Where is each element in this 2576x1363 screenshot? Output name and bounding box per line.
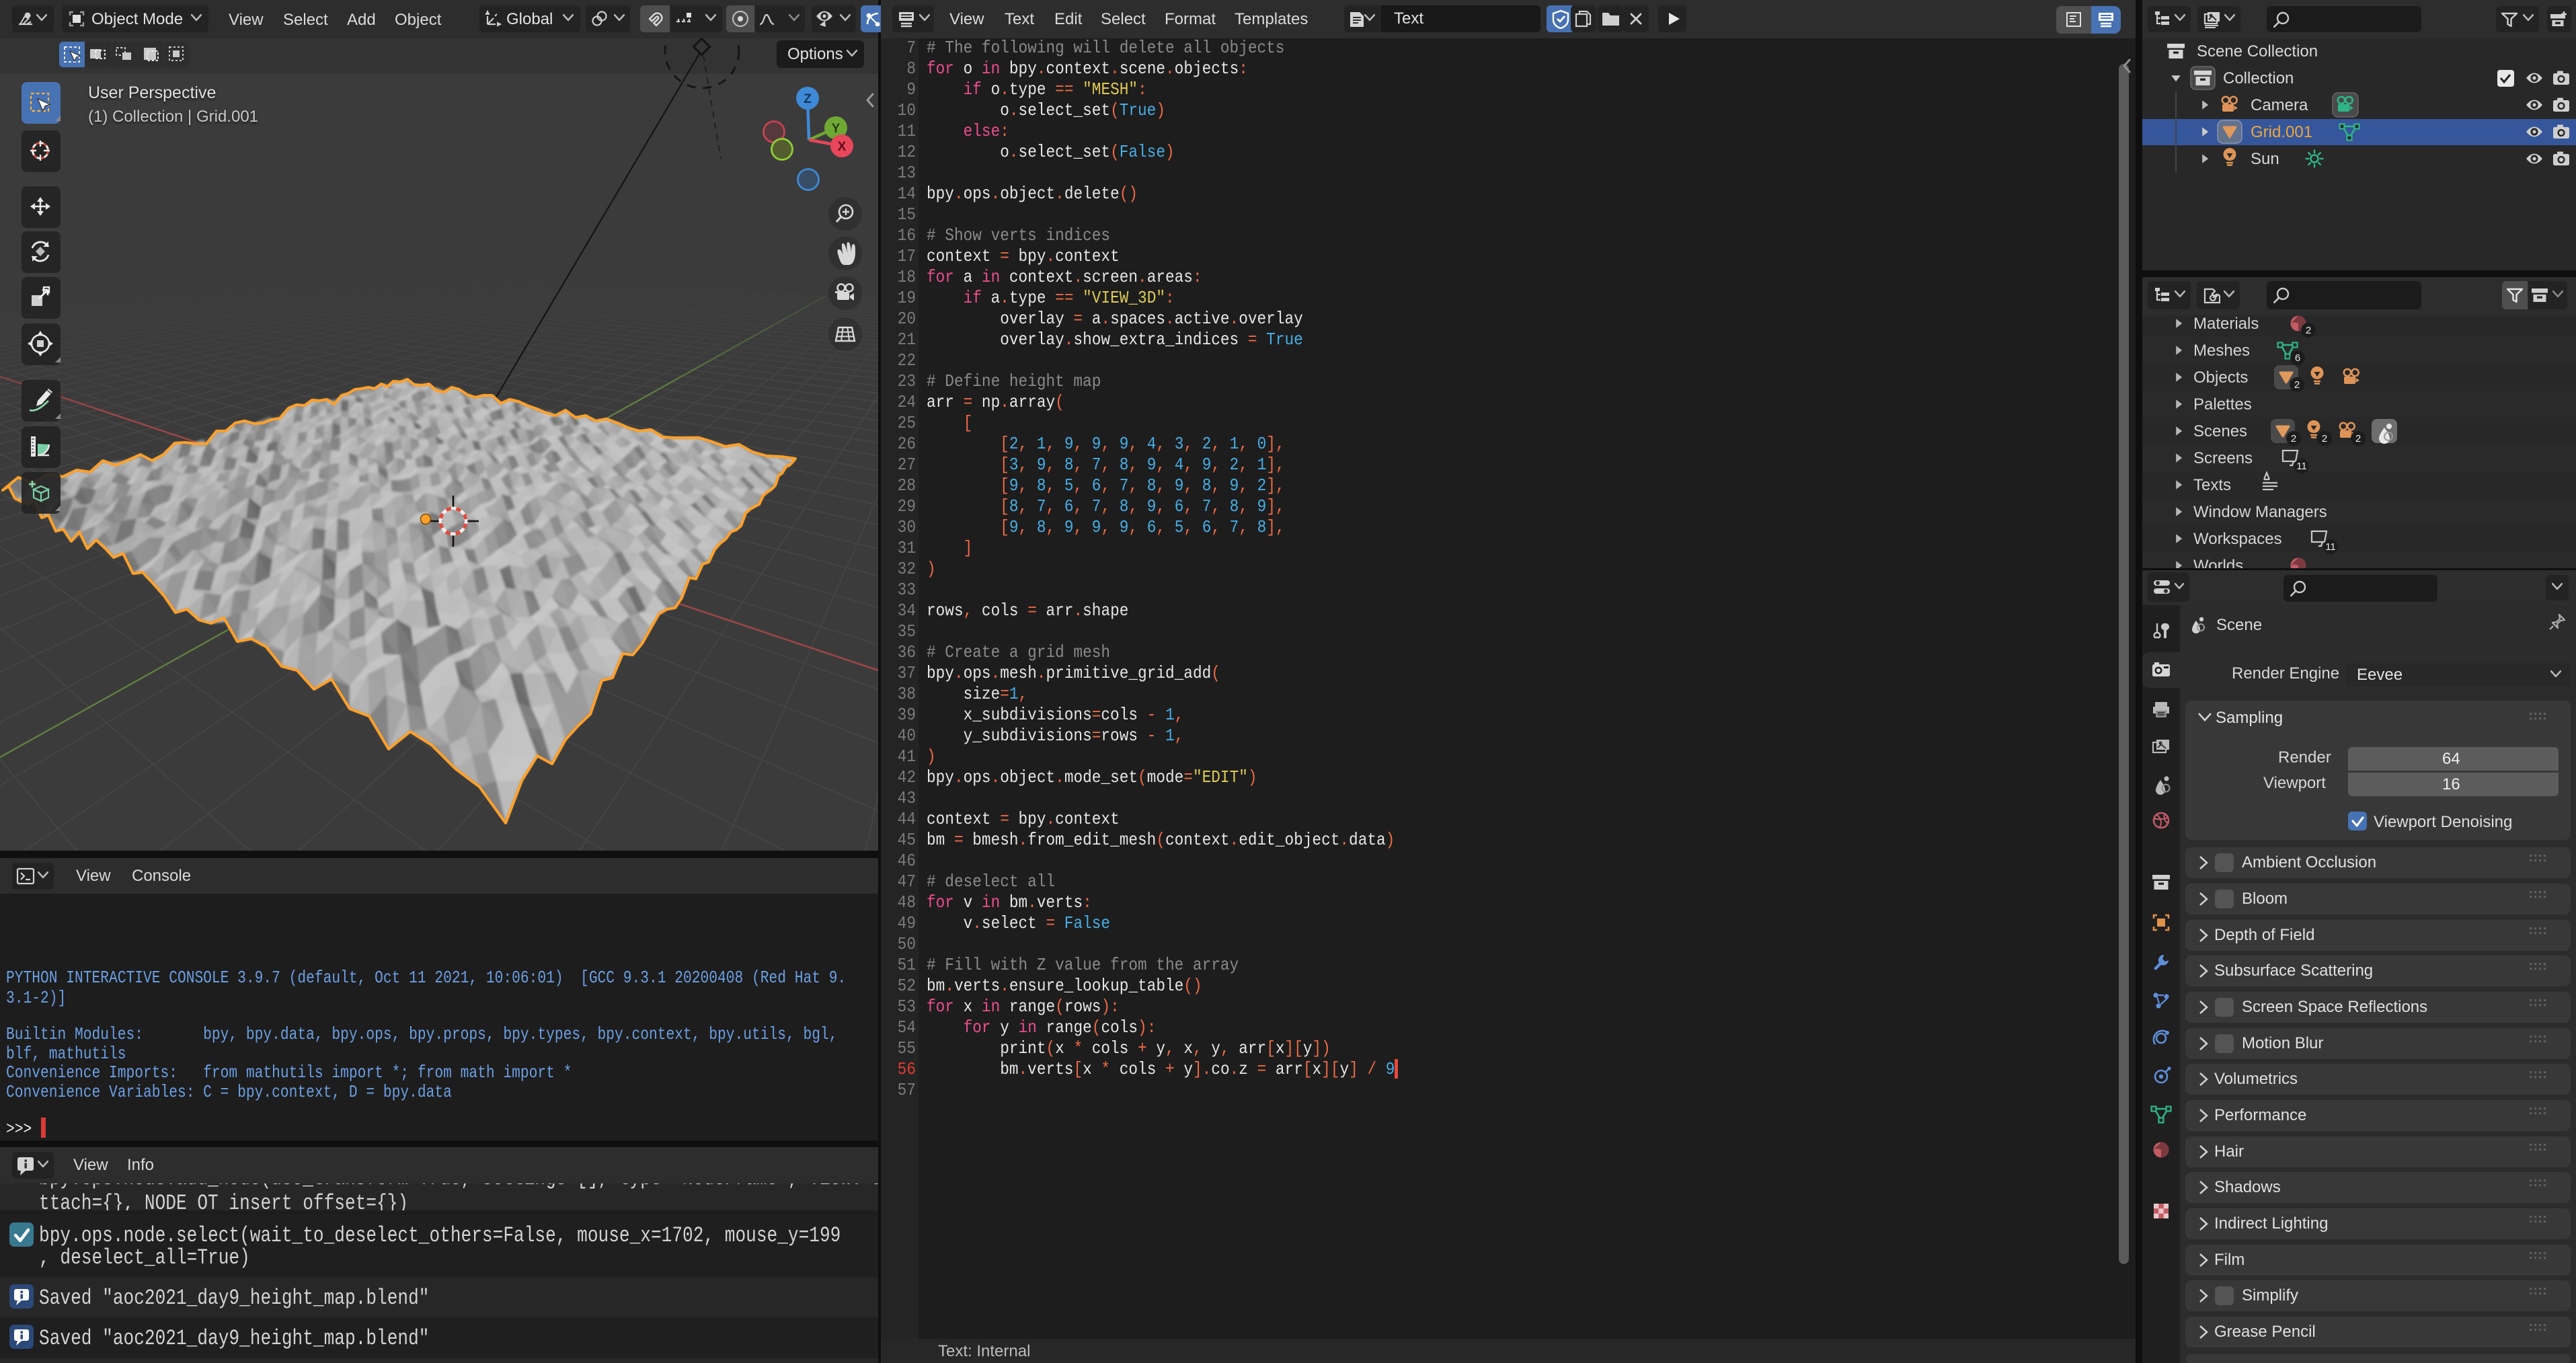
svg-text:Grid.001: Grid.001 [2251, 123, 2312, 141]
svg-text:Screens: Screens [2193, 449, 2253, 467]
svg-text:Sun: Sun [2251, 150, 2279, 168]
svg-text:Scene Collection: Scene Collection [2197, 42, 2318, 61]
svg-text:X: X [838, 140, 847, 154]
svg-text:Palettes: Palettes [2193, 395, 2252, 414]
svg-text:Worlds: Worlds [2193, 557, 2243, 568]
svg-text:Camera: Camera [2251, 96, 2308, 114]
svg-text:2: 2 [2291, 433, 2296, 444]
svg-text:Objects: Objects [2193, 368, 2248, 387]
svg-text:Scenes: Scenes [2193, 422, 2247, 440]
svg-text:Z: Z [804, 92, 812, 106]
svg-text:Collection: Collection [2223, 69, 2294, 87]
svg-text:Texts: Texts [2193, 476, 2231, 494]
svg-text:2: 2 [2294, 379, 2300, 391]
svg-text:2: 2 [2355, 433, 2361, 444]
svg-text:6: 6 [2295, 352, 2300, 364]
svg-text:Sampling: Sampling [2216, 709, 2283, 727]
svg-text:2: 2 [2306, 325, 2311, 336]
svg-text:11: 11 [2325, 541, 2336, 553]
svg-text:Workspaces: Workspaces [2193, 530, 2282, 548]
svg-text:Y: Y [832, 122, 841, 136]
svg-text:2: 2 [2322, 433, 2327, 444]
svg-text:Materials: Materials [2193, 315, 2259, 333]
svg-text:11: 11 [2296, 461, 2307, 472]
svg-text:Meshes: Meshes [2193, 342, 2250, 360]
svg-text:Window Managers: Window Managers [2193, 503, 2327, 521]
